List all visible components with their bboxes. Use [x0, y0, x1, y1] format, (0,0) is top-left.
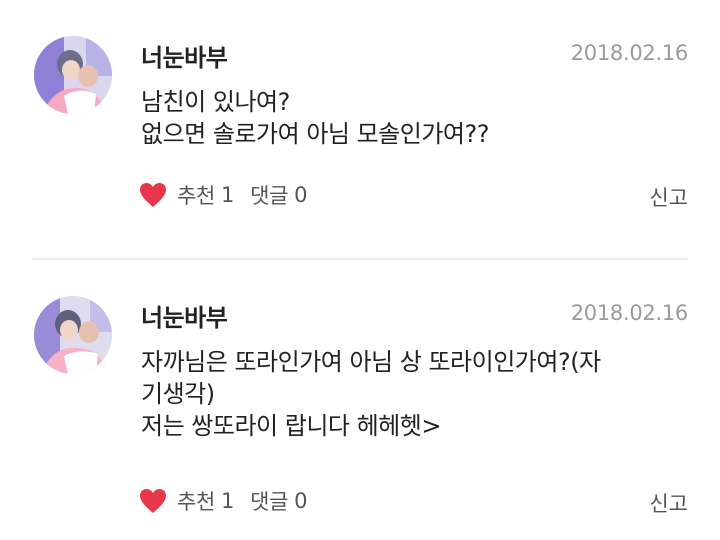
reply-label: 댓글 [250, 490, 289, 514]
avatar[interactable] [34, 296, 112, 374]
username[interactable]: 너눈바부 [141, 38, 228, 73]
comment-actions: 추천 1 댓글 0 [139, 180, 308, 210]
heart-icon [139, 182, 167, 208]
comment-text-line: 자까님은 또라인가여 아님 상 또라이인가여?(자 [141, 348, 601, 376]
comment-date: 2018.02.16 [570, 41, 689, 65]
report-button[interactable]: 신고 [649, 488, 688, 518]
like-count: 1 [221, 183, 235, 207]
like-count: 1 [221, 489, 235, 513]
reply-button[interactable]: 댓글 0 [250, 180, 307, 210]
heart-icon [139, 488, 167, 514]
comment-item: 너눈바부 2018.02.16 자까님은 또라인가여 아님 상 또라이인가여?(… [0, 260, 720, 540]
reply-count: 0 [294, 489, 308, 513]
avatar[interactable] [34, 36, 112, 114]
comment-text-line: 남친이 있나여? [141, 88, 290, 116]
comment-text-line: 없으면 솔로가여 아님 모솔인가여?? [141, 120, 489, 148]
comment-text: 자까님은 또라인가여 아님 상 또라이인가여?(자 기생각) 저는 쌍또라이 랍… [141, 346, 691, 442]
like-label: 추천 [177, 490, 216, 514]
profile-photo-icon [34, 296, 112, 374]
reply-count: 0 [294, 183, 308, 207]
reply-label: 댓글 [250, 184, 289, 208]
comment-text: 남친이 있나여? 없으면 솔로가여 아님 모솔인가여?? [141, 86, 691, 150]
profile-photo-icon [34, 36, 112, 114]
like-label: 추천 [177, 184, 216, 208]
report-button[interactable]: 신고 [649, 182, 688, 212]
comment-item: 너눈바부 2018.02.16 남친이 있나여? 없으면 솔로가여 아님 모솔인… [0, 0, 720, 260]
reply-button[interactable]: 댓글 0 [250, 486, 307, 516]
comment-date: 2018.02.16 [570, 301, 689, 325]
comment-actions: 추천 1 댓글 0 [139, 486, 308, 516]
username[interactable]: 너눈바부 [141, 298, 228, 333]
like-button[interactable]: 추천 1 [139, 486, 234, 516]
like-button[interactable]: 추천 1 [139, 180, 234, 210]
comment-text-line: 저는 쌍또라이 랍니다 헤헤헷> [141, 412, 441, 440]
comment-text-line: 기생각) [141, 380, 215, 408]
